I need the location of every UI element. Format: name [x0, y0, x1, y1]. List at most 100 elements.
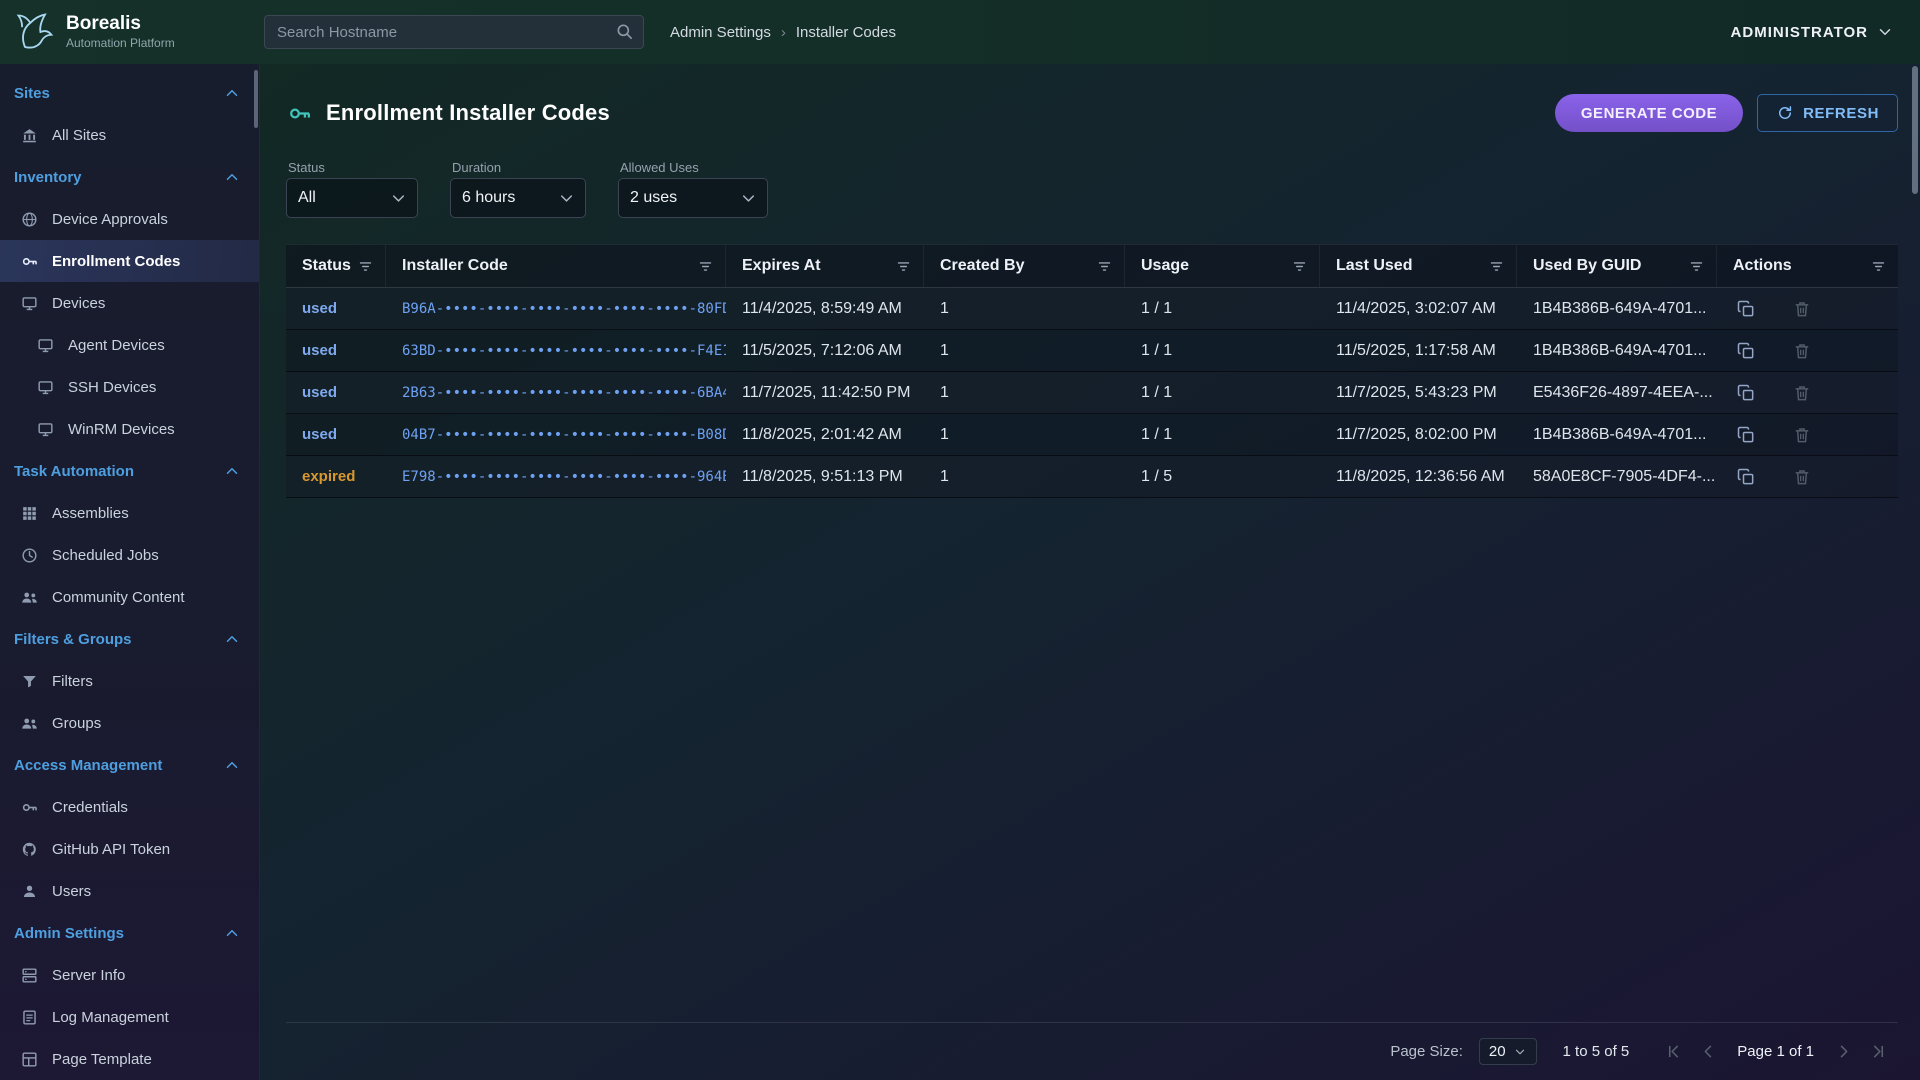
installer-code: 63BD-••••-••••-••••-••••-••••-••••-F4E1 — [386, 343, 726, 359]
filter-icon[interactable] — [353, 254, 377, 278]
sidebar-item-community-content[interactable]: Community Content — [0, 576, 259, 618]
status-badge: used — [302, 342, 337, 359]
delete-code-button[interactable] — [1789, 422, 1815, 448]
sidebar-item-enrollment-codes[interactable]: Enrollment Codes — [0, 240, 259, 282]
page-title: Enrollment Installer Codes — [326, 100, 610, 126]
filter-icon[interactable] — [693, 254, 717, 278]
breadcrumb-admin-settings[interactable]: Admin Settings — [670, 24, 771, 41]
table-row[interactable]: expired E798-••••-••••-••••-••••-••••-••… — [286, 456, 1898, 498]
filter-icon[interactable] — [891, 254, 915, 278]
sidebar-section-admin-settings[interactable]: Admin Settings — [0, 912, 259, 954]
next-page-button[interactable] — [1828, 1037, 1858, 1067]
copy-code-button[interactable] — [1733, 338, 1759, 364]
generate-code-button[interactable]: GENERATE CODE — [1555, 94, 1743, 132]
funnel-icon — [20, 672, 39, 691]
sidebar-item-credentials[interactable]: Credentials — [0, 786, 259, 828]
sidebar-section-access-management[interactable]: Access Management — [0, 744, 259, 786]
chevron-up-icon — [223, 630, 241, 648]
sidebar-section-filters-groups[interactable]: Filters & Groups — [0, 618, 259, 660]
filter-icon[interactable] — [1866, 254, 1890, 278]
last-used: 11/8/2025, 12:36:56 AM — [1320, 468, 1517, 486]
sidebar-section-sites[interactable]: Sites — [0, 72, 259, 114]
section-label: Inventory — [14, 169, 82, 186]
copy-code-button[interactable] — [1733, 464, 1759, 490]
top-bar: Borealis Automation Platform Admin Setti… — [0, 0, 1920, 64]
status-filter-value: All — [298, 189, 316, 207]
col-expires-at: Expires At — [742, 257, 821, 275]
status-filter-label: Status — [288, 160, 418, 175]
allowed-uses-filter-value: 2 uses — [630, 189, 677, 207]
chevron-down-icon — [389, 189, 408, 208]
last-page-button[interactable] — [1862, 1037, 1892, 1067]
table-row[interactable]: used 2B63-••••-••••-••••-••••-••••-••••-… — [286, 372, 1898, 414]
github-icon — [20, 840, 39, 859]
window-scrollbar-thumb[interactable] — [1912, 66, 1918, 194]
duration-filter-select[interactable]: 6 hours — [450, 178, 586, 218]
page-size-value: 20 — [1489, 1043, 1506, 1060]
user-menu[interactable]: ADMINISTRATOR — [1731, 23, 1920, 41]
usage: 1 / 1 — [1125, 426, 1320, 444]
first-page-button[interactable] — [1659, 1037, 1689, 1067]
search-input[interactable] — [264, 15, 644, 49]
refresh-icon — [1776, 104, 1794, 122]
delete-code-button[interactable] — [1789, 464, 1815, 490]
monitor-icon — [36, 420, 55, 439]
key-icon — [20, 252, 39, 271]
installer-code: 04B7-••••-••••-••••-••••-••••-••••-B08D — [386, 427, 726, 443]
sidebar-item-assemblies[interactable]: Assemblies — [0, 492, 259, 534]
sidebar-scrollbar-thumb[interactable] — [254, 70, 258, 128]
allowed-uses-filter-select[interactable]: 2 uses — [618, 178, 768, 218]
key-icon — [286, 100, 313, 127]
copy-code-button[interactable] — [1733, 380, 1759, 406]
search-icon — [615, 22, 635, 42]
sidebar-item-filters[interactable]: Filters — [0, 660, 259, 702]
status-badge: used — [302, 426, 337, 443]
chevron-down-icon — [557, 189, 576, 208]
sidebar-item-devices[interactable]: Devices — [0, 282, 259, 324]
table-row[interactable]: used 04B7-••••-••••-••••-••••-••••-••••-… — [286, 414, 1898, 456]
chevron-up-icon — [223, 462, 241, 480]
sidebar-section-task-automation[interactable]: Task Automation — [0, 450, 259, 492]
breadcrumb-separator: › — [781, 24, 786, 41]
sidebar-item-label: WinRM Devices — [68, 421, 175, 438]
sidebar-item-winrm-devices[interactable]: WinRM Devices — [0, 408, 259, 450]
delete-code-button[interactable] — [1789, 338, 1815, 364]
table-row[interactable]: used B96A-••••-••••-••••-••••-••••-••••-… — [286, 288, 1898, 330]
prev-page-button[interactable] — [1693, 1037, 1723, 1067]
sidebar-item-label: Agent Devices — [68, 337, 165, 354]
page-indicator: Page 1 of 1 — [1737, 1043, 1814, 1060]
delete-code-button[interactable] — [1789, 380, 1815, 406]
sidebar-item-log-management[interactable]: Log Management — [0, 996, 259, 1038]
sidebar-item-groups[interactable]: Groups — [0, 702, 259, 744]
sidebar-item-agent-devices[interactable]: Agent Devices — [0, 324, 259, 366]
refresh-button[interactable]: REFRESH — [1757, 94, 1898, 132]
sidebar-item-server-info[interactable]: Server Info — [0, 954, 259, 996]
filter-icon[interactable] — [1484, 254, 1508, 278]
sidebar-item-all-sites[interactable]: All Sites — [0, 114, 259, 156]
delete-code-button[interactable] — [1789, 296, 1815, 322]
sidebar-item-ssh-devices[interactable]: SSH Devices — [0, 366, 259, 408]
table-row[interactable]: used 63BD-••••-••••-••••-••••-••••-••••-… — [286, 330, 1898, 372]
filter-icon[interactable] — [1287, 254, 1311, 278]
copy-code-button[interactable] — [1733, 422, 1759, 448]
col-created-by: Created By — [940, 257, 1024, 275]
pagination: Page 1 of 1 — [1659, 1037, 1892, 1067]
table-footer: Page Size: 20 1 to 5 of 5 Page 1 of 1 — [286, 1022, 1898, 1080]
sidebar-item-scheduled-jobs[interactable]: Scheduled Jobs — [0, 534, 259, 576]
sidebar-item-label: Credentials — [52, 799, 128, 816]
breadcrumb-installer-codes[interactable]: Installer Codes — [796, 24, 896, 41]
filter-icon[interactable] — [1684, 254, 1708, 278]
expires-at: 11/4/2025, 8:59:49 AM — [726, 300, 924, 318]
usage: 1 / 1 — [1125, 342, 1320, 360]
sidebar-section-inventory[interactable]: Inventory — [0, 156, 259, 198]
sidebar-item-page-template[interactable]: Page Template — [0, 1038, 259, 1080]
sidebar-item-label: All Sites — [52, 127, 106, 144]
status-filter-select[interactable]: All — [286, 178, 418, 218]
sidebar-item-users[interactable]: Users — [0, 870, 259, 912]
filter-icon[interactable] — [1092, 254, 1116, 278]
copy-code-button[interactable] — [1733, 296, 1759, 322]
chevron-down-icon — [739, 189, 758, 208]
sidebar-item-github-api-token[interactable]: GitHub API Token — [0, 828, 259, 870]
page-size-select[interactable]: 20 — [1479, 1038, 1537, 1065]
sidebar-item-device-approvals[interactable]: Device Approvals — [0, 198, 259, 240]
